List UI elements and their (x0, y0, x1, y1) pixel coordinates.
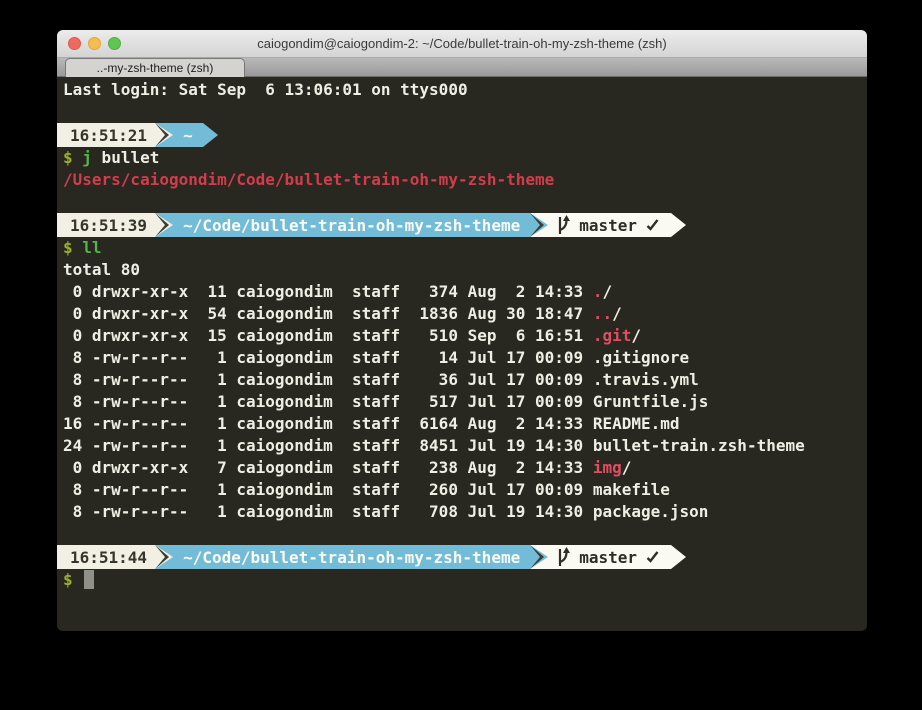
listing-row: 8 -rw-r--r-- 1 caiogondim staff 260 Jul … (57, 479, 867, 501)
listing-total-line: total 80 (57, 259, 867, 281)
listing-row: 8 -rw-r--r-- 1 caiogondim staff 708 Jul … (57, 501, 867, 523)
window-titlebar[interactable]: caiogondim@caiogondim-2: ~/Code/bullet-t… (57, 30, 867, 58)
tab-active[interactable]: ..-my-zsh-theme (zsh) (65, 58, 245, 77)
listing-row: 24 -rw-r--r-- 1 caiogondim staff 8451 Ju… (57, 435, 867, 457)
close-button[interactable] (68, 37, 81, 50)
prompt-time-segment: 16:51:21 (57, 123, 155, 147)
powerline-separator (671, 545, 686, 569)
listing-row: 0 drwxr-xr-x 15 caiogondim staff 510 Sep… (57, 325, 867, 347)
directory-name: .. (593, 304, 612, 323)
git-branch-name: master (579, 216, 637, 235)
check-mark-icon (646, 219, 659, 231)
window-title: caiogondim@caiogondim-2: ~/Code/bullet-t… (257, 36, 667, 51)
prompt-dollar: $ (63, 570, 73, 589)
git-branch-icon (557, 547, 570, 567)
command-args: bullet (92, 148, 159, 167)
powerline-separator (155, 123, 173, 147)
directory-name: .git (593, 326, 632, 345)
listing-row: 0 drwxr-xr-x 54 caiogondim staff 1836 Au… (57, 303, 867, 325)
powerline-separator (530, 213, 548, 237)
prompt-path-segment: ~/Code/bullet-train-oh-my-zsh-theme (173, 545, 530, 569)
listing-row: 8 -rw-r--r-- 1 caiogondim staff 36 Jul 1… (57, 369, 867, 391)
powerline-separator (155, 213, 173, 237)
powerline-separator (155, 545, 173, 569)
prompt-time-segment: 16:51:44 (57, 545, 155, 569)
file-name: .travis.yml (593, 370, 699, 389)
tab-bar: ..-my-zsh-theme (zsh) (57, 58, 867, 77)
terminal-window: caiogondim@caiogondim-2: ~/Code/bullet-t… (57, 30, 867, 631)
command-line: $ ll (57, 237, 867, 259)
command-output-path: /Users/caiogondim/Code/bullet-train-oh-m… (57, 169, 867, 191)
command-line: $ j bullet (57, 147, 867, 169)
blank-line (57, 523, 867, 545)
zoom-button[interactable] (108, 37, 121, 50)
listing-row: 0 drwxr-xr-x 7 caiogondim staff 238 Aug … (57, 457, 867, 479)
desktop-background: caiogondim@caiogondim-2: ~/Code/bullet-t… (0, 0, 922, 710)
listing-row: 0 drwxr-xr-x 11 caiogondim staff 374 Aug… (57, 281, 867, 303)
last-login-line: Last login: Sat Sep 6 13:06:01 on ttys00… (57, 79, 867, 101)
prompt-dollar: $ (63, 238, 73, 257)
prompt-bar-3: 16:51:44 ~/Code/bullet-train-oh-my-zsh-t… (57, 545, 867, 569)
blank-line (57, 191, 867, 213)
powerline-separator (671, 213, 686, 237)
active-command-line[interactable]: $ (57, 569, 867, 591)
file-name: .gitignore (593, 348, 689, 367)
prompt-git-segment: master (548, 213, 671, 237)
terminal-cursor (84, 570, 94, 589)
prompt-bar-2: 16:51:39 ~/Code/bullet-train-oh-my-zsh-t… (57, 213, 867, 237)
tab-label: ..-my-zsh-theme (zsh) (97, 61, 214, 75)
directory-name: . (593, 282, 603, 301)
prompt-path-segment: ~/Code/bullet-train-oh-my-zsh-theme (173, 213, 530, 237)
check-mark-icon (646, 551, 659, 563)
blank-line (57, 101, 867, 123)
git-branch-icon (557, 215, 570, 235)
traffic-lights (68, 30, 121, 57)
file-name: Gruntfile.js (593, 392, 709, 411)
listing-row: 8 -rw-r--r-- 1 caiogondim staff 14 Jul 1… (57, 347, 867, 369)
terminal-content[interactable]: Last login: Sat Sep 6 13:06:01 on ttys00… (57, 77, 867, 630)
prompt-path-segment: ~ (173, 123, 203, 147)
file-name: README.md (593, 414, 680, 433)
file-name: package.json (593, 502, 709, 521)
prompt-time-segment: 16:51:39 (57, 213, 155, 237)
listing-row: 8 -rw-r--r-- 1 caiogondim staff 517 Jul … (57, 391, 867, 413)
powerline-separator (530, 545, 548, 569)
command-text: ll (82, 238, 101, 257)
listing-row: 16 -rw-r--r-- 1 caiogondim staff 6164 Au… (57, 413, 867, 435)
prompt-bar-1: 16:51:21 ~ (57, 123, 867, 147)
file-name: bullet-train.zsh-theme (593, 436, 805, 455)
prompt-git-segment: master (548, 545, 671, 569)
command-text: j (82, 148, 92, 167)
directory-name: img (593, 458, 622, 477)
minimize-button[interactable] (88, 37, 101, 50)
git-branch-name: master (579, 548, 637, 567)
powerline-separator (203, 123, 218, 147)
prompt-dollar: $ (63, 148, 73, 167)
file-name: makefile (593, 480, 670, 499)
